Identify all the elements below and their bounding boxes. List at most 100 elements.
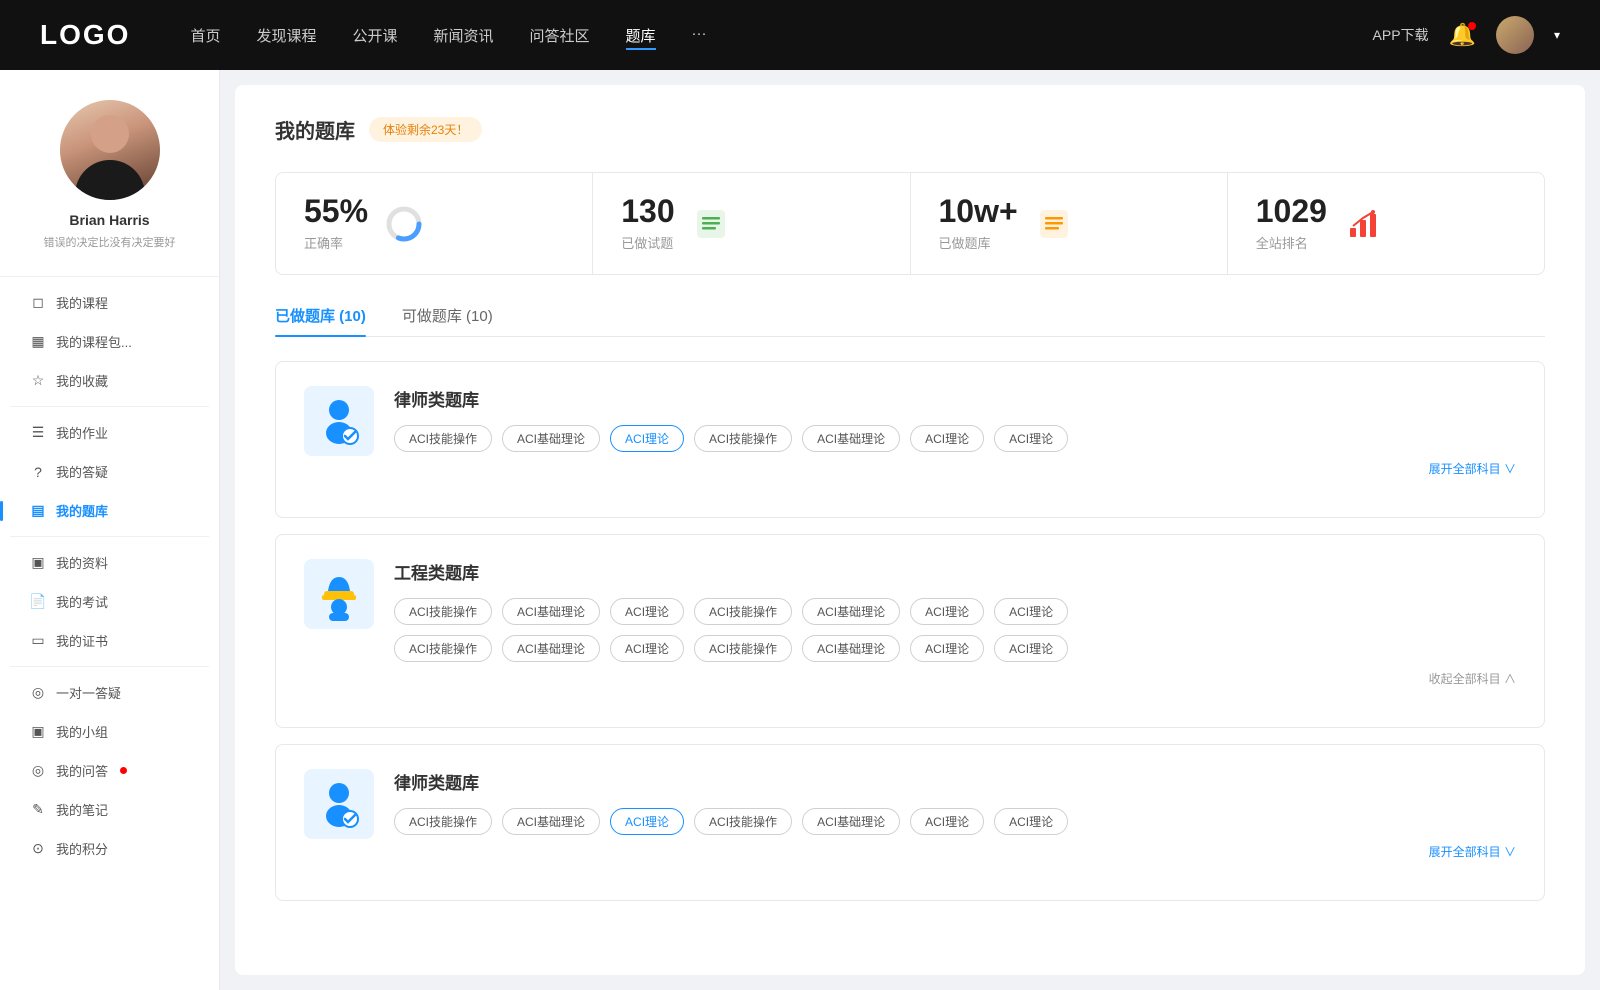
tab-done[interactable]: 已做题库 (10) xyxy=(275,305,366,336)
nav-discover[interactable]: 发现课程 xyxy=(256,21,316,50)
myqa-unread-dot xyxy=(120,767,127,774)
tag-2-6[interactable]: ACI理论 xyxy=(994,598,1068,625)
bank-card-3-title: 律师类题库 xyxy=(394,769,1516,794)
bank-card-2-collapse[interactable]: 收起全部科目 ∧ xyxy=(394,670,1516,687)
tag-2-1[interactable]: ACI基础理论 xyxy=(502,598,600,625)
tag-1-6[interactable]: ACI理论 xyxy=(994,425,1068,452)
nav-open[interactable]: 公开课 xyxy=(352,21,397,50)
nav-items: 首页 发现课程 公开课 新闻资讯 问答社区 题库 ··· xyxy=(190,21,1332,50)
tag-1-4[interactable]: ACI基础理论 xyxy=(802,425,900,452)
sidebar-item-myqa-label: 我的问答 xyxy=(56,761,108,780)
bank-card-3-tags: ACI技能操作 ACI基础理论 ACI理论 ACI技能操作 ACI基础理论 AC… xyxy=(394,808,1516,835)
sidebar-divider-2 xyxy=(10,536,209,537)
nav-home[interactable]: 首页 xyxy=(190,21,220,50)
app-download[interactable]: APP下载 xyxy=(1373,25,1429,45)
tag-2-3[interactable]: ACI技能操作 xyxy=(694,598,792,625)
nav-qa[interactable]: 问答社区 xyxy=(530,21,590,50)
oneonone-icon: ◎ xyxy=(30,685,46,701)
sidebar-divider-1 xyxy=(10,406,209,407)
page-title: 我的题库 xyxy=(275,115,355,144)
sidebar-item-homework[interactable]: ☰ 我的作业 xyxy=(10,413,209,452)
sidebar-item-courses-label: 我的课程 xyxy=(56,293,108,312)
tag-1-2[interactable]: ACI理论 xyxy=(610,425,684,452)
tag-3-0[interactable]: ACI技能操作 xyxy=(394,808,492,835)
bank-card-2-tags-row1: ACI技能操作 ACI基础理论 ACI理论 ACI技能操作 ACI基础理论 AC… xyxy=(394,598,1516,625)
tag-1-5[interactable]: ACI理论 xyxy=(910,425,984,452)
sidebar-item-courses[interactable]: ◻ 我的课程 xyxy=(10,283,209,322)
sidebar-item-oneonone[interactable]: ◎ 一对一答疑 xyxy=(10,673,209,712)
sidebar-item-profile[interactable]: ▣ 我的资料 xyxy=(10,543,209,582)
stat-site-rank: 1029 全站排名 xyxy=(1228,173,1544,274)
stat-done-banks-label: 已做题库 xyxy=(939,233,1018,252)
notification-bell[interactable]: 🔔 xyxy=(1449,22,1476,48)
tag-2-r2-0[interactable]: ACI技能操作 xyxy=(394,635,492,662)
tag-3-5[interactable]: ACI理论 xyxy=(910,808,984,835)
sidebar-item-notes[interactable]: ✎ 我的笔记 xyxy=(10,790,209,829)
bank-card-1-tags: ACI技能操作 ACI基础理论 ACI理论 ACI技能操作 ACI基础理论 AC… xyxy=(394,425,1516,452)
bank-card-3-expand[interactable]: 展开全部科目 ∨ xyxy=(394,843,1516,860)
logo: LOGO xyxy=(40,19,130,51)
sidebar-item-myqa[interactable]: ◎ 我的问答 xyxy=(10,751,209,790)
bank-card-1-icon xyxy=(304,386,374,456)
sidebar-divider-top xyxy=(0,276,219,277)
bank-card-3-header: 律师类题库 ACI技能操作 ACI基础理论 ACI理论 ACI技能操作 ACI基… xyxy=(304,769,1516,860)
tabs-row: 已做题库 (10) 可做题库 (10) xyxy=(275,305,1545,337)
sidebar-item-exams[interactable]: 📄 我的考试 xyxy=(10,582,209,621)
bank-card-3-body: 律师类题库 ACI技能操作 ACI基础理论 ACI理论 ACI技能操作 ACI基… xyxy=(394,769,1516,860)
user-chevron[interactable]: ▾ xyxy=(1554,28,1560,42)
avatar[interactable] xyxy=(1496,16,1534,54)
stat-site-rank-value: 1029 xyxy=(1256,195,1327,227)
sidebar-item-oneonone-label: 一对一答疑 xyxy=(56,683,121,702)
tag-3-1[interactable]: ACI基础理论 xyxy=(502,808,600,835)
tag-2-r2-6[interactable]: ACI理论 xyxy=(994,635,1068,662)
bank-card-2-tags-row2: ACI技能操作 ACI基础理论 ACI理论 ACI技能操作 ACI基础理论 AC… xyxy=(394,635,1516,662)
bank-card-1-body: 律师类题库 ACI技能操作 ACI基础理论 ACI理论 ACI技能操作 ACI基… xyxy=(394,386,1516,477)
tag-2-r2-5[interactable]: ACI理论 xyxy=(910,635,984,662)
sidebar-item-question-bank[interactable]: ▤ 我的题库 xyxy=(10,491,209,530)
tab-available[interactable]: 可做题库 (10) xyxy=(402,305,493,336)
nav-news[interactable]: 新闻资讯 xyxy=(434,21,494,50)
tag-3-3[interactable]: ACI技能操作 xyxy=(694,808,792,835)
sidebar-item-points[interactable]: ⊙ 我的积分 xyxy=(10,829,209,868)
avatar-image xyxy=(1496,16,1534,54)
groups-icon: ▣ xyxy=(30,724,46,740)
bank-card-2-icon xyxy=(304,559,374,629)
exams-icon: 📄 xyxy=(30,594,46,610)
stat-accuracy-text: 55% 正确率 xyxy=(304,195,368,252)
tag-1-1[interactable]: ACI基础理论 xyxy=(502,425,600,452)
stat-done-questions: 130 已做试题 xyxy=(593,173,910,274)
tag-1-3[interactable]: ACI技能操作 xyxy=(694,425,792,452)
tag-2-r2-2[interactable]: ACI理论 xyxy=(610,635,684,662)
topnav-right: APP下载 🔔 ▾ xyxy=(1373,16,1560,54)
notes-icon: ✎ xyxy=(30,802,46,818)
tag-3-4[interactable]: ACI基础理论 xyxy=(802,808,900,835)
tag-2-r2-4[interactable]: ACI基础理论 xyxy=(802,635,900,662)
sidebar-item-notes-label: 我的笔记 xyxy=(56,800,108,819)
sidebar-item-favorites[interactable]: ☆ 我的收藏 xyxy=(10,361,209,400)
sidebar-item-course-packages-label: 我的课程包... xyxy=(56,332,132,351)
bank-card-1-expand[interactable]: 展开全部科目 ∨ xyxy=(394,460,1516,477)
tag-2-r2-1[interactable]: ACI基础理论 xyxy=(502,635,600,662)
tag-2-r2-3[interactable]: ACI技能操作 xyxy=(694,635,792,662)
tag-2-2[interactable]: ACI理论 xyxy=(610,598,684,625)
sidebar-item-groups[interactable]: ▣ 我的小组 xyxy=(10,712,209,751)
sidebar-item-profile-label: 我的资料 xyxy=(56,553,108,572)
stat-done-questions-value: 130 xyxy=(621,195,674,227)
tag-2-4[interactable]: ACI基础理论 xyxy=(802,598,900,625)
nav-more[interactable]: ··· xyxy=(692,21,707,50)
certificate-icon: ▭ xyxy=(30,633,46,649)
bank-card-2-body: 工程类题库 ACI技能操作 ACI基础理论 ACI理论 ACI技能操作 ACI基… xyxy=(394,559,1516,687)
profile-icon: ▣ xyxy=(30,555,46,571)
tag-2-5[interactable]: ACI理论 xyxy=(910,598,984,625)
stat-site-rank-icon xyxy=(1343,204,1383,244)
tag-2-0[interactable]: ACI技能操作 xyxy=(394,598,492,625)
tag-3-6[interactable]: ACI理论 xyxy=(994,808,1068,835)
tag-1-0[interactable]: ACI技能操作 xyxy=(394,425,492,452)
sidebar-item-questions[interactable]: ? 我的答疑 xyxy=(10,452,209,491)
sidebar-item-certificate[interactable]: ▭ 我的证书 xyxy=(10,621,209,660)
bank-card-3: 律师类题库 ACI技能操作 ACI基础理论 ACI理论 ACI技能操作 ACI基… xyxy=(275,744,1545,901)
points-icon: ⊙ xyxy=(30,841,46,857)
tag-3-2[interactable]: ACI理论 xyxy=(610,808,684,835)
sidebar-item-course-packages[interactable]: ▦ 我的课程包... xyxy=(10,322,209,361)
nav-bank[interactable]: 题库 xyxy=(626,21,656,50)
